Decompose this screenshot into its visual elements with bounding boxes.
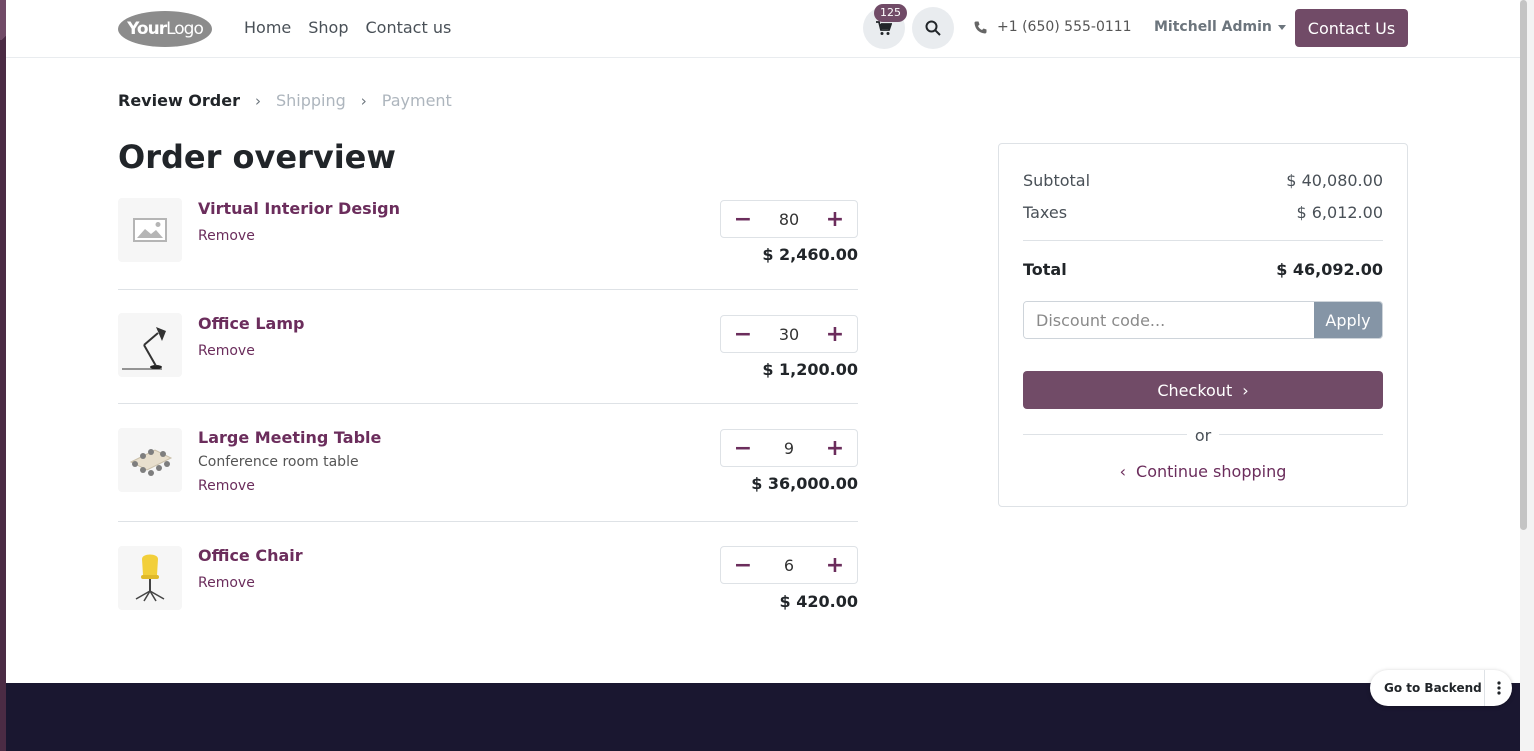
item-price: $ 420.00 <box>779 592 858 611</box>
subtotal-value: $ 40,080.00 <box>1286 171 1383 190</box>
item-price: $ 36,000.00 <box>751 474 858 493</box>
remove-link[interactable]: Remove <box>198 575 255 591</box>
step-review-order: Review Order <box>118 91 240 110</box>
quantity-stepper: − 6 + <box>720 546 858 584</box>
quantity-value[interactable]: 6 <box>765 556 813 575</box>
apply-discount-button[interactable]: Apply <box>1314 302 1382 338</box>
table-image <box>129 449 173 476</box>
product-name[interactable]: Virtual Interior Design <box>198 199 400 218</box>
search-button[interactable] <box>912 7 954 49</box>
increase-quantity-button[interactable]: + <box>813 547 857 583</box>
nav-home[interactable]: Home <box>244 18 291 37</box>
quantity-value[interactable]: 80 <box>765 210 813 229</box>
taxes-row: Taxes $ 6,012.00 <box>1023 203 1383 222</box>
phone-link[interactable]: +1 (650) 555-0111 <box>974 19 1132 35</box>
lamp-image <box>122 327 166 370</box>
decrease-quantity-button[interactable]: − <box>721 547 765 583</box>
more-vertical-icon <box>1496 681 1501 695</box>
decrease-quantity-button[interactable]: − <box>721 316 765 352</box>
product-thumbnail[interactable] <box>118 428 182 492</box>
total-value: $ 46,092.00 <box>1276 260 1383 279</box>
chevron-down-icon <box>1277 24 1286 30</box>
increase-quantity-button[interactable]: + <box>813 430 857 466</box>
quantity-value[interactable]: 9 <box>765 439 813 458</box>
discount-code-input[interactable] <box>1024 302 1314 338</box>
remove-link[interactable]: Remove <box>198 228 255 244</box>
nav-shop[interactable]: Shop <box>308 18 348 37</box>
more-options-button[interactable] <box>1484 670 1512 706</box>
cart-count-badge: 125 <box>874 4 907 22</box>
product-description: Conference room table <box>198 454 359 470</box>
item-price: $ 2,460.00 <box>762 245 858 264</box>
product-name[interactable]: Large Meeting Table <box>198 428 381 447</box>
product-thumbnail[interactable] <box>118 198 182 262</box>
step-payment: Payment <box>381 91 452 110</box>
checkout-steps: Review Order › Shipping › Payment <box>118 91 452 110</box>
product-name[interactable]: Office Chair <box>198 546 303 565</box>
quantity-stepper: − 9 + <box>720 429 858 467</box>
phone-icon <box>974 21 987 33</box>
remove-link[interactable]: Remove <box>198 478 255 494</box>
order-summary-card: Subtotal $ 40,080.00 Taxes $ 6,012.00 To… <box>998 143 1408 507</box>
subtotal-row: Subtotal $ 40,080.00 <box>1023 171 1383 190</box>
chevron-right-icon: › <box>254 91 261 110</box>
total-label: Total <box>1023 260 1067 279</box>
subtotal-label: Subtotal <box>1023 171 1091 190</box>
item-divider <box>118 403 858 404</box>
product-thumbnail[interactable] <box>118 546 182 610</box>
discount-form: Apply <box>1023 301 1383 339</box>
decrease-quantity-button[interactable]: − <box>721 201 765 237</box>
item-divider <box>118 521 858 522</box>
continue-shopping-link[interactable]: ‹ Continue shopping <box>999 462 1407 481</box>
phone-number: +1 (650) 555-0111 <box>997 19 1132 35</box>
user-menu[interactable]: Mitchell Admin <box>1154 19 1286 35</box>
chair-image <box>135 554 165 602</box>
site-logo[interactable]: Your Logo <box>118 11 212 47</box>
site-footer <box>6 683 1520 751</box>
or-text: or <box>999 426 1407 445</box>
checkout-label: Checkout <box>1157 380 1233 400</box>
page: Your Logo Home Shop Contact us 125 +1 (65… <box>6 0 1520 751</box>
increase-quantity-button[interactable]: + <box>813 201 857 237</box>
taxes-label: Taxes <box>1023 203 1068 222</box>
nav-contact-us[interactable]: Contact us <box>366 18 452 37</box>
cart-icon <box>876 20 892 35</box>
user-name: Mitchell Admin <box>1154 19 1272 35</box>
item-divider <box>118 289 858 290</box>
page-scrollbar[interactable] <box>1520 0 1534 751</box>
total-row: Total $ 46,092.00 <box>1023 260 1383 279</box>
taxes-value: $ 6,012.00 <box>1296 203 1383 222</box>
item-price: $ 1,200.00 <box>762 360 858 379</box>
summary-divider <box>1023 240 1383 241</box>
go-to-backend-button[interactable]: Go to Backend <box>1370 670 1512 706</box>
image-placeholder-icon <box>133 218 167 242</box>
product-thumbnail[interactable] <box>118 313 182 377</box>
chevron-right-icon: › <box>360 91 367 110</box>
remove-link[interactable]: Remove <box>198 343 255 359</box>
chevron-left-icon: ‹ <box>1119 462 1127 481</box>
step-shipping: Shipping <box>275 91 346 110</box>
chevron-right-icon: › <box>1242 380 1249 400</box>
product-name[interactable]: Office Lamp <box>198 314 304 333</box>
main-nav: Home Shop Contact us <box>244 18 451 37</box>
page-title: Order overview <box>118 138 396 176</box>
quantity-stepper: − 80 + <box>720 200 858 238</box>
quantity-stepper: − 30 + <box>720 315 858 353</box>
scrollbar-thumb[interactable] <box>1520 0 1527 530</box>
search-icon <box>925 20 941 36</box>
site-header: Your Logo Home Shop Contact us 125 +1 (65… <box>6 0 1520 58</box>
increase-quantity-button[interactable]: + <box>813 316 857 352</box>
checkout-button[interactable]: Checkout › <box>1023 371 1383 409</box>
quantity-value[interactable]: 30 <box>765 325 813 344</box>
contact-us-button[interactable]: Contact Us <box>1295 9 1408 47</box>
decrease-quantity-button[interactable]: − <box>721 430 765 466</box>
